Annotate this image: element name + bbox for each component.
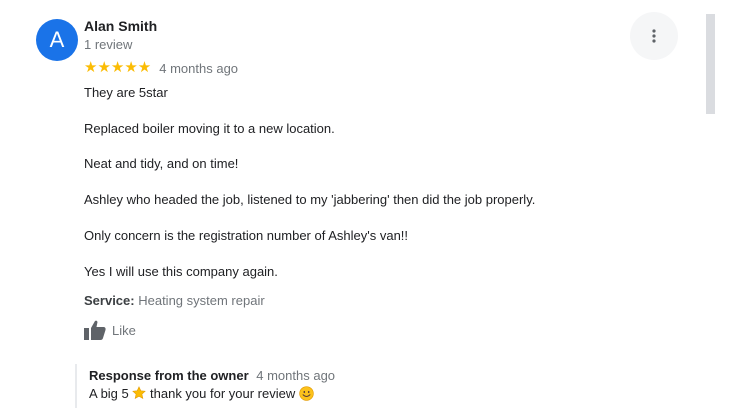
star-rating: ★★★★★ (84, 59, 152, 76)
smile-emoji-icon (299, 386, 314, 401)
review-text-line: Only concern is the registration number … (84, 228, 409, 243)
like-button[interactable]: Like (84, 320, 136, 340)
review-text-line: Yes I will use this company again. (84, 264, 278, 279)
owner-response-text: A big 5 thank you for your review (89, 386, 314, 401)
review-text-line: They are 5star (84, 85, 168, 100)
review-text-line: Neat and tidy, and on time! (84, 156, 239, 171)
rating-row: ★★★★★ 4 months ago (84, 59, 238, 77)
service-label: Service: (84, 293, 135, 308)
owner-response-text-start: A big 5 (89, 386, 129, 401)
owner-response-title: Response from the owner (89, 368, 249, 383)
owner-response-text-end: thank you for your review (150, 386, 296, 401)
scrollbar-thumb[interactable] (706, 14, 715, 114)
author-review-count: 1 review (84, 37, 133, 52)
avatar[interactable]: A (36, 19, 78, 61)
like-label: Like (112, 322, 136, 338)
service-value: Heating system repair (138, 293, 265, 308)
owner-response-time: 4 months ago (256, 368, 336, 383)
more-options-button[interactable] (630, 12, 678, 60)
star-emoji-icon (132, 386, 147, 399)
review-text-line: Ashley who headed the job, listened to m… (84, 192, 536, 207)
more-vert-icon (652, 29, 656, 43)
service-info: Service: Heating system repair (84, 293, 265, 308)
thumbs-up-icon (84, 320, 106, 340)
review-time: 4 months ago (159, 60, 239, 76)
author-name[interactable]: Alan Smith (84, 18, 157, 34)
review-text-line: Replaced boiler moving it to a new locat… (84, 121, 335, 136)
owner-response-header: Response from the owner 4 months ago (89, 368, 335, 383)
response-divider (75, 364, 77, 408)
